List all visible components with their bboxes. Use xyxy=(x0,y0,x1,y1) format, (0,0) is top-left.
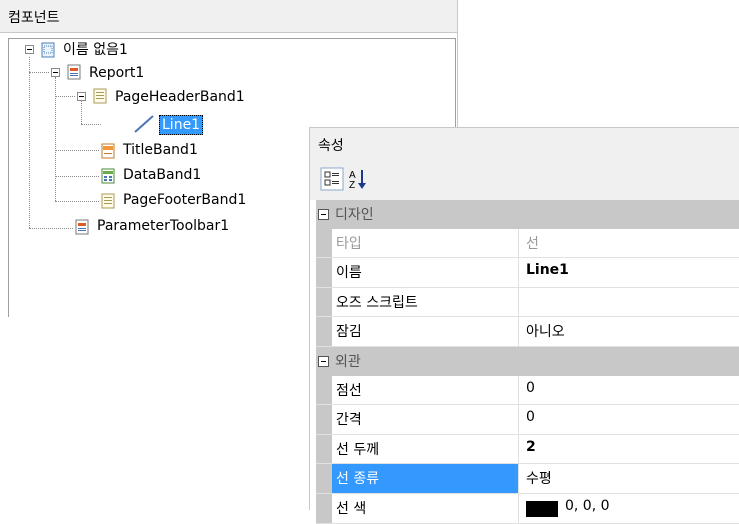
page-band-icon xyxy=(101,193,115,209)
property-panel-title: 속성 xyxy=(318,138,344,154)
property-name: 선 두께 xyxy=(336,441,380,458)
expand-toggle-root[interactable] xyxy=(25,45,34,54)
property-row-line-type[interactable]: 선 종류 수평 xyxy=(316,464,739,494)
category-label: 디자인 xyxy=(335,207,374,223)
property-name: 오즈 스크립트 xyxy=(336,294,418,311)
tree-connector xyxy=(81,101,82,124)
property-row-name[interactable]: 이름 Line1 xyxy=(316,258,739,288)
tree-connector xyxy=(55,150,99,151)
report-icon xyxy=(67,64,81,80)
property-name: 잠김 xyxy=(336,324,362,341)
data-band-icon xyxy=(101,168,115,184)
component-panel-title: 컴포넌트 xyxy=(8,10,60,26)
property-value[interactable]: 0, 0, 0 xyxy=(565,498,610,514)
tree-item-line[interactable]: Line1 xyxy=(159,115,204,135)
property-value[interactable]: 아니오 xyxy=(526,321,565,341)
expand-toggle-report[interactable] xyxy=(51,68,60,77)
property-name: 이름 xyxy=(336,265,362,282)
title-band-icon xyxy=(101,143,115,159)
tree-item-title-band[interactable]: TitleBand1 xyxy=(123,141,198,159)
property-row-oz-script[interactable]: 오즈 스크립트 xyxy=(316,287,739,318)
property-value[interactable]: Line1 xyxy=(526,262,569,278)
expand-toggle-page-header-band[interactable] xyxy=(77,92,86,101)
property-row-line-width[interactable]: 선 두께 2 xyxy=(316,434,739,465)
property-row-type[interactable]: 타입 선 xyxy=(316,228,739,259)
property-toolbar: A Z xyxy=(310,160,739,200)
property-value[interactable]: 0 xyxy=(526,409,535,425)
tree-item-page-footer-band[interactable]: PageFooterBand1 xyxy=(123,191,246,209)
document-icon xyxy=(41,42,55,58)
collapse-icon[interactable] xyxy=(318,209,329,220)
report-icon xyxy=(75,219,89,235)
property-name: 타입 xyxy=(336,235,362,252)
property-row-locked[interactable]: 잠김 아니오 xyxy=(316,317,739,347)
component-panel-header: 컴포넌트 xyxy=(0,0,457,33)
tree-connector xyxy=(29,72,49,73)
property-grid: 디자인 타입 선 이름 Line1 오즈 스크립트 잠김 아니오 외관 점선 0… xyxy=(316,200,739,524)
page-band-icon xyxy=(93,88,107,104)
property-name: 점선 xyxy=(336,382,362,399)
tree-item-data-band[interactable]: DataBand1 xyxy=(123,166,201,184)
property-panel-header: 속성 xyxy=(310,128,739,161)
alphabetical-sort-icon[interactable]: A Z xyxy=(346,167,370,191)
tree-connector xyxy=(55,96,75,97)
line-icon xyxy=(134,115,154,133)
category-row-design[interactable]: 디자인 xyxy=(316,200,739,229)
svg-text:Z: Z xyxy=(349,180,355,191)
tree-connector xyxy=(55,201,99,202)
property-value: 선 xyxy=(526,235,539,252)
collapse-icon[interactable] xyxy=(318,355,329,367)
category-row-appearance[interactable]: 외관 xyxy=(316,346,739,376)
property-name: 선 색 xyxy=(336,500,367,517)
property-name: 선 종류 xyxy=(336,471,380,488)
tree-connector xyxy=(81,124,101,125)
property-name: 간격 xyxy=(336,412,362,429)
tree-item-root[interactable]: 이름 없음1 xyxy=(63,41,128,59)
tree-item-parameter-toolbar[interactable]: ParameterToolbar1 xyxy=(97,217,229,235)
tree-connector xyxy=(55,176,99,177)
tree-connector xyxy=(29,57,30,228)
tree-item-report[interactable]: Report1 xyxy=(89,64,144,82)
property-value[interactable]: 0 xyxy=(526,380,535,396)
property-value[interactable]: 2 xyxy=(526,439,536,455)
tree-connector xyxy=(29,228,73,229)
property-row-spacing[interactable]: 간격 0 xyxy=(316,405,739,435)
property-panel: 속성 A Z 디자인 타입 선 이름 Line1 오즈 스크립트 잠김 아니오 … xyxy=(309,127,739,524)
property-value[interactable]: 수평 xyxy=(526,468,552,488)
tree-item-page-header-band[interactable]: PageHeaderBand1 xyxy=(115,88,245,106)
property-row-dotted[interactable]: 점선 0 xyxy=(316,375,739,406)
category-label: 외관 xyxy=(335,353,361,370)
categorized-icon[interactable] xyxy=(320,167,344,191)
